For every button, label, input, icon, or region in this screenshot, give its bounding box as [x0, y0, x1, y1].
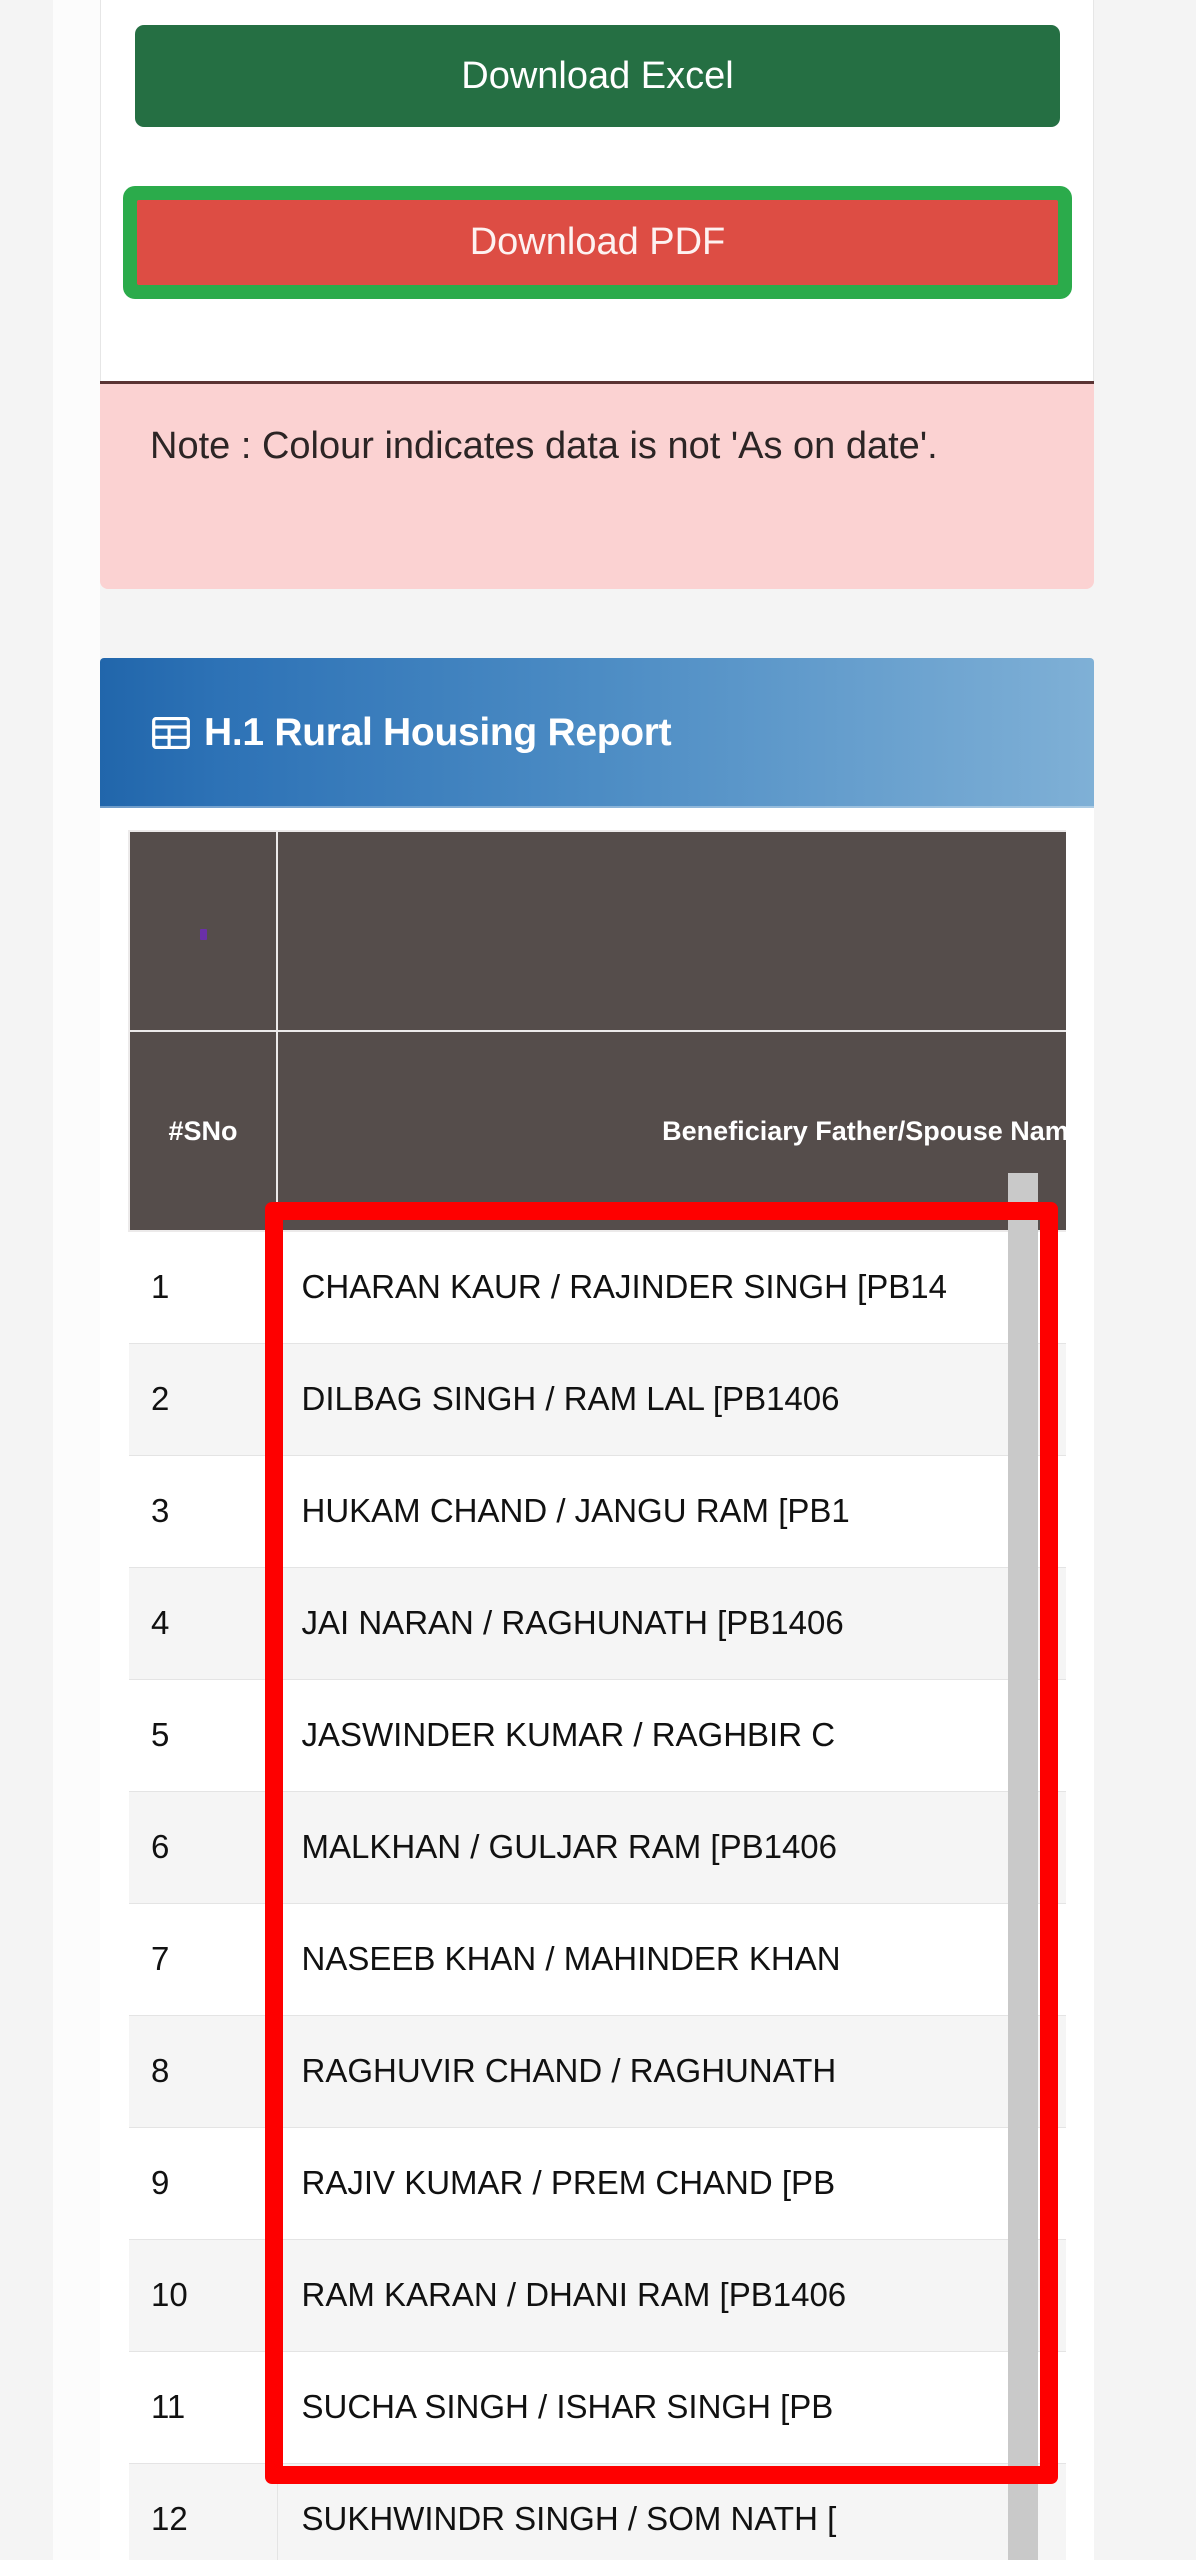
cell-sno: 12 [129, 2462, 278, 2560]
cell-name: NASEEB KHAN / MAHINDER KHAN [277, 1902, 1066, 2016]
column-header-sno[interactable]: #SNo [128, 1030, 278, 1232]
table-body: 1 CHARAN KAUR / RAJINDER SINGH [PB14 2 D… [129, 1230, 1066, 2560]
page-gutter-right [1150, 0, 1196, 2560]
download-pdf-highlight-frame: Download PDF [123, 186, 1072, 299]
cell-name: CHARAN KAUR / RAJINDER SINGH [PB14 [277, 1230, 1066, 1344]
table-row[interactable]: 8 RAGHUVIR CHAND / RAGHUNATH [129, 2014, 1066, 2128]
table-row[interactable]: 11 SUCHA SINGH / ISHAR SINGH [PB [129, 2350, 1066, 2464]
table-vertical-scrollbar[interactable] [1008, 1173, 1038, 2560]
rural-housing-report-panel: H.1 Rural Housing Report #SNo Beneficiar… [100, 658, 1094, 2560]
table-row[interactable]: 6 MALKHAN / GULJAR RAM [PB1406 [129, 1790, 1066, 1904]
page-gutter-left [0, 0, 53, 2560]
cell-name: SUKHWINDR SINGH / SOM NATH [ [277, 2462, 1066, 2560]
download-actions-card: Download Excel Download PDF [100, 0, 1094, 382]
report-panel-title: H.1 Rural Housing Report [204, 711, 672, 754]
table-row[interactable]: 10 RAM KARAN / DHANI RAM [PB1406 [129, 2238, 1066, 2352]
table-head: #SNo Beneficiary Father/Spouse Name [128, 830, 1066, 1232]
table-row[interactable]: 12 SUKHWINDR SINGH / SOM NATH [ [129, 2462, 1066, 2560]
page-gutter-mid [53, 0, 100, 2560]
cell-name: RAM KARAN / DHANI RAM [PB1406 [277, 2238, 1066, 2352]
cell-sno: 6 [129, 1790, 278, 1904]
table-header-row: #SNo Beneficiary Father/Spouse Name [128, 1030, 1066, 1232]
download-excel-button[interactable]: Download Excel [135, 25, 1060, 127]
cell-sno: 1 [129, 1230, 278, 1344]
cell-name: SUCHA SINGH / ISHAR SINGH [PB [277, 2350, 1066, 2464]
table-row[interactable]: 2 DILBAG SINGH / RAM LAL [PB1406 [129, 1342, 1066, 1456]
table-grid-icon [152, 716, 190, 750]
cell-sno: 5 [129, 1678, 278, 1792]
rural-housing-report-table: #SNo Beneficiary Father/Spouse Name 1 CH… [128, 830, 1066, 2560]
cell-sno: 3 [129, 1454, 278, 1568]
table-row[interactable]: 5 JASWINDER KUMAR / RAGHBIR C [129, 1678, 1066, 1792]
page-root: Download Excel Download PDF Note : Colou… [0, 0, 1196, 2560]
table-group-header-row [128, 830, 1066, 1032]
table-row[interactable]: 1 CHARAN KAUR / RAJINDER SINGH [PB14 [129, 1230, 1066, 1344]
sort-indicator-icon[interactable] [199, 928, 207, 940]
cell-sno: 11 [129, 2350, 278, 2464]
cell-name: RAGHUVIR CHAND / RAGHUNATH [277, 2014, 1066, 2128]
cell-name: DILBAG SINGH / RAM LAL [PB1406 [277, 1342, 1066, 1456]
cell-sno: 4 [129, 1566, 278, 1680]
report-panel-header: H.1 Rural Housing Report [100, 658, 1094, 808]
table-row[interactable]: 3 HUKAM CHAND / JANGU RAM [PB1 [129, 1454, 1066, 1568]
cell-sno: 10 [129, 2238, 278, 2352]
data-currency-note: Note : Colour indicates data is not 'As … [100, 381, 1094, 589]
cell-sno: 9 [129, 2126, 278, 2240]
table-row[interactable]: 9 RAJIV KUMAR / PREM CHAND [PB [129, 2126, 1066, 2240]
cell-sno: 8 [129, 2014, 278, 2128]
table-row[interactable]: 7 NASEEB KHAN / MAHINDER KHAN [129, 1902, 1066, 2016]
table-row[interactable]: 4 JAI NARAN / RAGHUNATH [PB1406 [129, 1566, 1066, 1680]
cell-name: MALKHAN / GULJAR RAM [PB1406 [277, 1790, 1066, 1904]
group-header-name-cell [276, 830, 1066, 1032]
cell-name: JASWINDER KUMAR / RAGHBIR C [277, 1678, 1066, 1792]
cell-name: JAI NARAN / RAGHUNATH [PB1406 [277, 1566, 1066, 1680]
cell-sno: 2 [129, 1342, 278, 1456]
cell-name: RAJIV KUMAR / PREM CHAND [PB [277, 2126, 1066, 2240]
group-header-sno-cell [128, 830, 278, 1032]
column-header-beneficiary-name[interactable]: Beneficiary Father/Spouse Name [276, 1030, 1066, 1232]
cell-sno: 7 [129, 1902, 278, 2016]
cell-name: HUKAM CHAND / JANGU RAM [PB1 [277, 1454, 1066, 1568]
download-pdf-button[interactable]: Download PDF [137, 200, 1058, 285]
report-panel-body: #SNo Beneficiary Father/Spouse Name 1 CH… [100, 808, 1094, 2560]
report-table-scroll-area[interactable]: #SNo Beneficiary Father/Spouse Name 1 CH… [128, 830, 1066, 2560]
